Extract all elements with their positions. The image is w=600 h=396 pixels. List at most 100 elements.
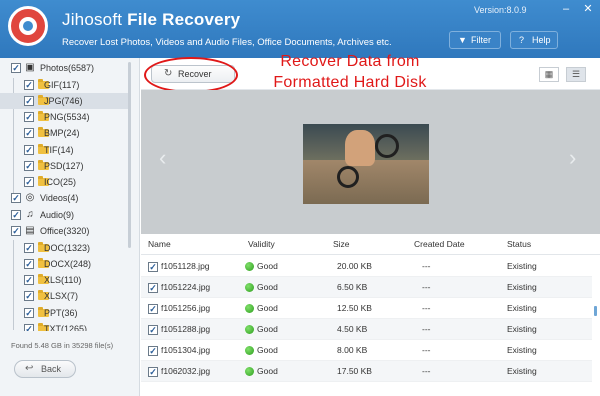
table-row[interactable]: ✓ f1051224.jpg Good 6.50 KB --- Existing — [141, 277, 592, 298]
table-scrollbar[interactable] — [594, 306, 597, 316]
filter-icon: ▼ — [458, 35, 467, 45]
size-value: 17.50 KB — [337, 366, 372, 376]
tree-item-txt[interactable]: ✓ TXT(1265) — [0, 321, 128, 331]
txt-checkbox[interactable]: ✓ — [24, 324, 34, 331]
table-row[interactable]: ✓ f1051304.jpg Good 8.00 KB --- Existing — [141, 340, 592, 361]
column-header-size[interactable]: Size — [333, 234, 350, 255]
help-button[interactable]: ? Help — [510, 31, 558, 49]
psd-checkbox[interactable]: ✓ — [24, 161, 34, 171]
jpg-checkbox[interactable]: ✓ — [24, 96, 34, 106]
app-title-bold: File Recovery — [127, 10, 241, 29]
row-checkbox[interactable]: ✓ — [148, 262, 158, 272]
row-checkbox[interactable]: ✓ — [148, 325, 158, 335]
filter-button[interactable]: ▼ Filter — [449, 31, 501, 49]
tree-item-bmp[interactable]: ✓ BMP(24) — [0, 125, 128, 141]
tree-item-label: DOCX(248) — [44, 259, 92, 269]
xls-checkbox[interactable]: ✓ — [24, 275, 34, 285]
size-value: 12.50 KB — [337, 303, 372, 313]
created-value: --- — [422, 366, 431, 376]
tree-item-xls[interactable]: ✓ XLS(110) — [0, 272, 128, 288]
table-row[interactable]: ✓ f1051256.jpg Good 12.50 KB --- Existin… — [141, 298, 592, 319]
tree-item-label: PSD(127) — [44, 161, 84, 171]
good-status-icon — [245, 304, 254, 313]
app-header: Jihosoft File Recovery Recover Lost Phot… — [0, 0, 600, 58]
validity-value: Good — [257, 261, 278, 271]
preview-photo — [303, 124, 429, 204]
column-header-status[interactable]: Status — [507, 234, 531, 255]
status-value: Existing — [507, 303, 537, 313]
next-image-button[interactable]: › — [569, 145, 576, 171]
xlsx-checkbox[interactable]: ✓ — [24, 291, 34, 301]
row-checkbox[interactable]: ✓ — [148, 304, 158, 314]
file-name: f1051256.jpg — [161, 303, 211, 313]
gif-checkbox[interactable]: ✓ — [24, 80, 34, 90]
grid-view-button[interactable]: ▦ — [539, 67, 559, 82]
filter-label: Filter — [471, 35, 491, 45]
tif-checkbox[interactable]: ✓ — [24, 145, 34, 155]
tree-item-office[interactable]: ✓ ▤ Office(3320) — [0, 223, 128, 239]
app-logo-icon — [8, 6, 48, 46]
validity-value: Good — [257, 345, 278, 355]
file-type-sidebar: ✓ ▣ Photos(6587) ✓ GIF(117) ✓ JPG(746) ✓… — [0, 58, 140, 396]
table-row[interactable]: ✓ f1051288.jpg Good 4.50 KB --- Existing — [141, 319, 592, 340]
size-value: 4.50 KB — [337, 324, 368, 334]
tree-item-audio[interactable]: ✓ ♫ Audio(9) — [0, 207, 128, 223]
column-header-validity[interactable]: Validity — [248, 234, 275, 255]
tree-item-label: JPG(746) — [44, 96, 83, 106]
row-checkbox[interactable]: ✓ — [148, 346, 158, 356]
tree-item-label: Videos(4) — [40, 193, 79, 203]
tree-item-docx[interactable]: ✓ DOCX(248) — [0, 256, 128, 272]
minimize-button[interactable]: – — [560, 3, 572, 15]
back-label: Back — [41, 364, 62, 374]
photos-checkbox[interactable]: ✓ — [11, 63, 21, 73]
table-row[interactable]: ✓ f1062032.jpg Good 17.50 KB --- Existin… — [141, 361, 592, 382]
tree-item-label: PNG(5534) — [44, 112, 90, 122]
tree-item-photos[interactable]: ✓ ▣ Photos(6587) — [0, 60, 128, 76]
row-checkbox[interactable]: ✓ — [148, 283, 158, 293]
tree-item-xlsx[interactable]: ✓ XLSX(7) — [0, 288, 128, 304]
app-title-light: Jihosoft — [62, 10, 123, 29]
office-icon: ▤ — [25, 225, 35, 236]
list-view-button[interactable]: ☰ — [566, 67, 586, 82]
tree-item-jpg[interactable]: ✓ JPG(746) — [0, 93, 128, 109]
column-header-created[interactable]: Created Date — [414, 234, 465, 255]
back-button[interactable]: ↩ Back — [14, 360, 76, 378]
audio-icon: ♫ — [26, 209, 34, 220]
good-status-icon — [245, 283, 254, 292]
file-name: f1051288.jpg — [161, 324, 211, 334]
help-label: Help — [532, 35, 551, 45]
office-checkbox[interactable]: ✓ — [11, 226, 21, 236]
column-header-name[interactable]: Name — [148, 234, 171, 255]
table-row[interactable]: ✓ f1051128.jpg Good 20.00 KB --- Existin… — [141, 256, 592, 277]
tree-item-tif[interactable]: ✓ TIF(14) — [0, 142, 128, 158]
bmp-checkbox[interactable]: ✓ — [24, 128, 34, 138]
created-value: --- — [422, 261, 431, 271]
tree-item-doc[interactable]: ✓ DOC(1323) — [0, 240, 128, 256]
created-value: --- — [422, 345, 431, 355]
created-value: --- — [422, 324, 431, 334]
tree-item-gif[interactable]: ✓ GIF(117) — [0, 77, 128, 93]
back-icon: ↩ — [25, 363, 34, 374]
png-checkbox[interactable]: ✓ — [24, 112, 34, 122]
tree-item-label: GIF(117) — [44, 80, 80, 90]
tree-item-label: TIF(14) — [44, 145, 74, 155]
ico-checkbox[interactable]: ✓ — [24, 177, 34, 187]
tree-item-label: PPT(36) — [44, 308, 78, 318]
tree-item-ppt[interactable]: ✓ PPT(36) — [0, 305, 128, 321]
ppt-checkbox[interactable]: ✓ — [24, 308, 34, 318]
doc-checkbox[interactable]: ✓ — [24, 243, 34, 253]
videos-icon: ◎ — [25, 192, 35, 203]
row-checkbox[interactable]: ✓ — [148, 367, 158, 377]
close-button[interactable]: ✕ — [582, 3, 594, 15]
photo-wheel — [337, 166, 359, 188]
tree-item-ico[interactable]: ✓ ICO(25) — [0, 174, 128, 190]
videos-checkbox[interactable]: ✓ — [11, 193, 21, 203]
audio-checkbox[interactable]: ✓ — [11, 210, 21, 220]
previous-image-button[interactable]: ‹ — [159, 145, 166, 171]
sidebar-scrollbar[interactable] — [128, 62, 131, 248]
tree-item-label: ICO(25) — [44, 177, 77, 187]
docx-checkbox[interactable]: ✓ — [24, 259, 34, 269]
tree-item-videos[interactable]: ✓ ◎ Videos(4) — [0, 190, 128, 206]
tree-item-png[interactable]: ✓ PNG(5534) — [0, 109, 128, 125]
tree-item-psd[interactable]: ✓ PSD(127) — [0, 158, 128, 174]
